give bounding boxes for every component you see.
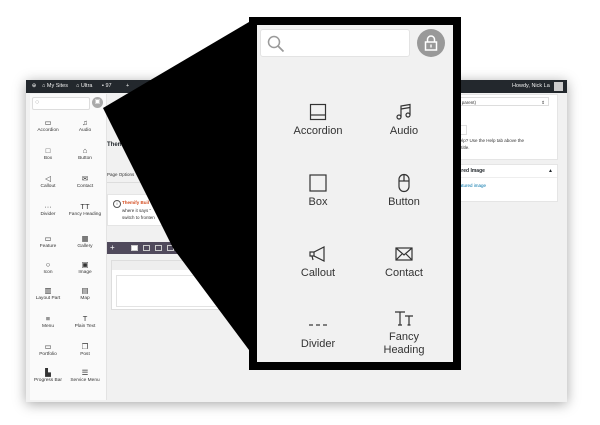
module-callout[interactable]: Callout	[275, 240, 361, 280]
module-button[interactable]: Button	[361, 169, 447, 209]
audio-icon	[396, 103, 411, 120]
module-label: Fancy Heading	[383, 331, 425, 356]
lock-button[interactable]	[417, 29, 445, 57]
module-divider[interactable]: Divider	[275, 311, 361, 351]
divider-icon	[309, 324, 327, 326]
module-label: Accordion	[293, 125, 343, 137]
module-fancy-heading[interactable]: Fancy Heading	[361, 304, 447, 357]
module-accordion[interactable]: Accordion	[275, 98, 361, 138]
contact-icon	[395, 247, 413, 261]
zoomed-module-panel: Accordion Audio Box Button Callout Conta…	[249, 17, 461, 370]
module-label: Box	[308, 196, 328, 208]
search-icon	[267, 35, 285, 53]
fancy-heading-icon	[395, 311, 413, 326]
module-audio[interactable]: Audio	[361, 98, 447, 138]
module-search-input[interactable]	[260, 29, 410, 57]
zoom-panel-inner: Accordion Audio Box Button Callout Conta…	[257, 25, 453, 362]
lock-icon	[424, 35, 438, 51]
callout-icon	[309, 246, 325, 262]
module-label: Callout	[300, 267, 336, 279]
button-icon	[398, 173, 410, 193]
module-contact[interactable]: Contact	[361, 240, 447, 280]
module-label: Contact	[385, 267, 423, 279]
module-box[interactable]: Box	[275, 169, 361, 209]
module-label: Divider	[300, 338, 336, 350]
box-icon	[309, 174, 327, 192]
module-label: Audio	[389, 125, 419, 137]
module-label: Button	[388, 196, 420, 208]
accordion-icon	[309, 103, 327, 121]
